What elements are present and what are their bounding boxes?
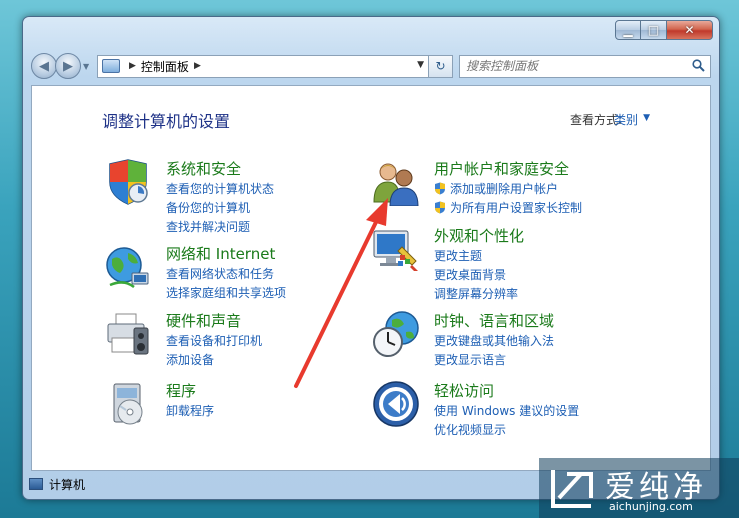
view-by-selector[interactable]: 类别 [614,111,638,128]
link-change-display-language[interactable]: 更改显示语言 [434,351,554,370]
maximize-button[interactable]: □ [641,20,667,40]
link-view-computer-status[interactable]: 查看您的计算机状态 [166,180,274,199]
category-title[interactable]: 网络和 Internet [166,243,275,264]
link-change-keyboard-input[interactable]: 更改键盘或其他输入法 [434,332,554,351]
link-add-device[interactable]: 添加设备 [166,351,262,370]
link-uninstall-program[interactable]: 卸载程序 [166,402,214,421]
link-use-windows-recommended-settings[interactable]: 使用 Windows 建议的设置 [434,402,579,421]
uac-shield-icon [435,201,445,214]
close-icon: ✕ [684,23,695,37]
link-devices-printers[interactable]: 查看设备和打印机 [166,332,262,351]
clock-globe-icon[interactable] [372,310,420,358]
category-title[interactable]: 硬件和声音 [166,310,241,331]
minimize-icon: ▁ [623,23,633,37]
link-homegroup-sharing[interactable]: 选择家庭组和共享选项 [166,284,286,303]
status-text: 计算机 [49,477,86,492]
breadcrumb-chevron-icon[interactable]: ▶ [194,61,201,71]
breadcrumb-chevron-icon[interactable]: ▶ [129,61,136,71]
link-add-remove-accounts[interactable]: 添加或删除用户帐户 [434,180,582,199]
link-label: 添加或删除用户帐户 [450,182,559,196]
computer-icon [29,478,43,490]
navigation-bar: ◀ ▶ ▼ ▶ 控制面板 ▶ ▼ ↻ [31,51,711,81]
link-label: 为所有用户设置家长控制 [450,201,583,215]
back-arrow-icon: ◀ [39,58,49,74]
category-title[interactable]: 轻松访问 [434,380,494,401]
forward-arrow-icon: ▶ [63,58,73,74]
forward-button[interactable]: ▶ [55,53,81,79]
control-panel-window: ▁ □ ✕ ◀ ▶ ▼ ▶ 控制面板 ▶ ▼ ↻ 调整计算机的设置 查看方式: … [22,16,720,500]
refresh-button[interactable]: ↻ [429,54,453,78]
chevron-down-icon[interactable]: ▼ [643,113,650,123]
control-panel-icon [102,59,120,73]
close-button[interactable]: ✕ [667,20,713,40]
category-title[interactable]: 系统和安全 [166,158,241,179]
shield-icon[interactable] [104,158,152,206]
category-title[interactable]: 外观和个性化 [434,225,524,246]
search-icon[interactable] [692,58,705,72]
refresh-icon: ↻ [435,59,446,73]
monitor-paint-icon[interactable] [372,225,420,273]
users-icon[interactable] [372,158,420,206]
recent-pages-dropdown[interactable]: ▼ [83,62,93,71]
address-dropdown-icon[interactable]: ▼ [417,60,424,70]
minimize-button[interactable]: ▁ [615,20,641,40]
network-globe-icon[interactable] [104,243,152,291]
search-box[interactable] [459,54,711,78]
uac-shield-icon [435,182,445,195]
link-change-desktop-background[interactable]: 更改桌面背景 [434,266,518,285]
back-button[interactable]: ◀ [31,53,57,79]
link-parental-controls[interactable]: 为所有用户设置家长控制 [434,199,582,218]
link-adjust-resolution[interactable]: 调整屏幕分辨率 [434,285,518,304]
page-title: 调整计算机的设置 [102,112,231,131]
link-optimize-video-display[interactable]: 优化视频显示 [434,421,579,440]
ease-of-access-icon[interactable] [372,380,420,428]
watermark-url: aichunjing.com [609,500,693,513]
category-title[interactable]: 程序 [166,380,196,401]
address-bar[interactable]: ▶ 控制面板 ▶ ▼ [97,54,429,78]
category-title[interactable]: 用户帐户和家庭安全 [434,158,569,179]
link-find-fix-problems[interactable]: 查找并解决问题 [166,218,274,237]
link-backup-computer[interactable]: 备份您的计算机 [166,199,274,218]
maximize-icon: □ [647,23,660,37]
main-content: 调整计算机的设置 查看方式: 类别 ▼ 系统和安全 查看您的计算机状态 备份您的… [31,85,711,471]
link-view-network-status[interactable]: 查看网络状态和任务 [166,265,286,284]
link-change-theme[interactable]: 更改主题 [434,247,518,266]
category-title[interactable]: 时钟、语言和区域 [434,310,554,331]
site-watermark: 爱纯净 aichunjing.com [539,458,739,518]
printer-icon[interactable] [104,310,152,358]
programs-icon[interactable] [104,380,152,428]
breadcrumb-control-panel[interactable]: 控制面板 [141,58,189,75]
caption-buttons: ▁ □ ✕ [615,20,713,40]
search-input[interactable] [466,59,666,73]
watermark-logo-icon [551,470,593,508]
